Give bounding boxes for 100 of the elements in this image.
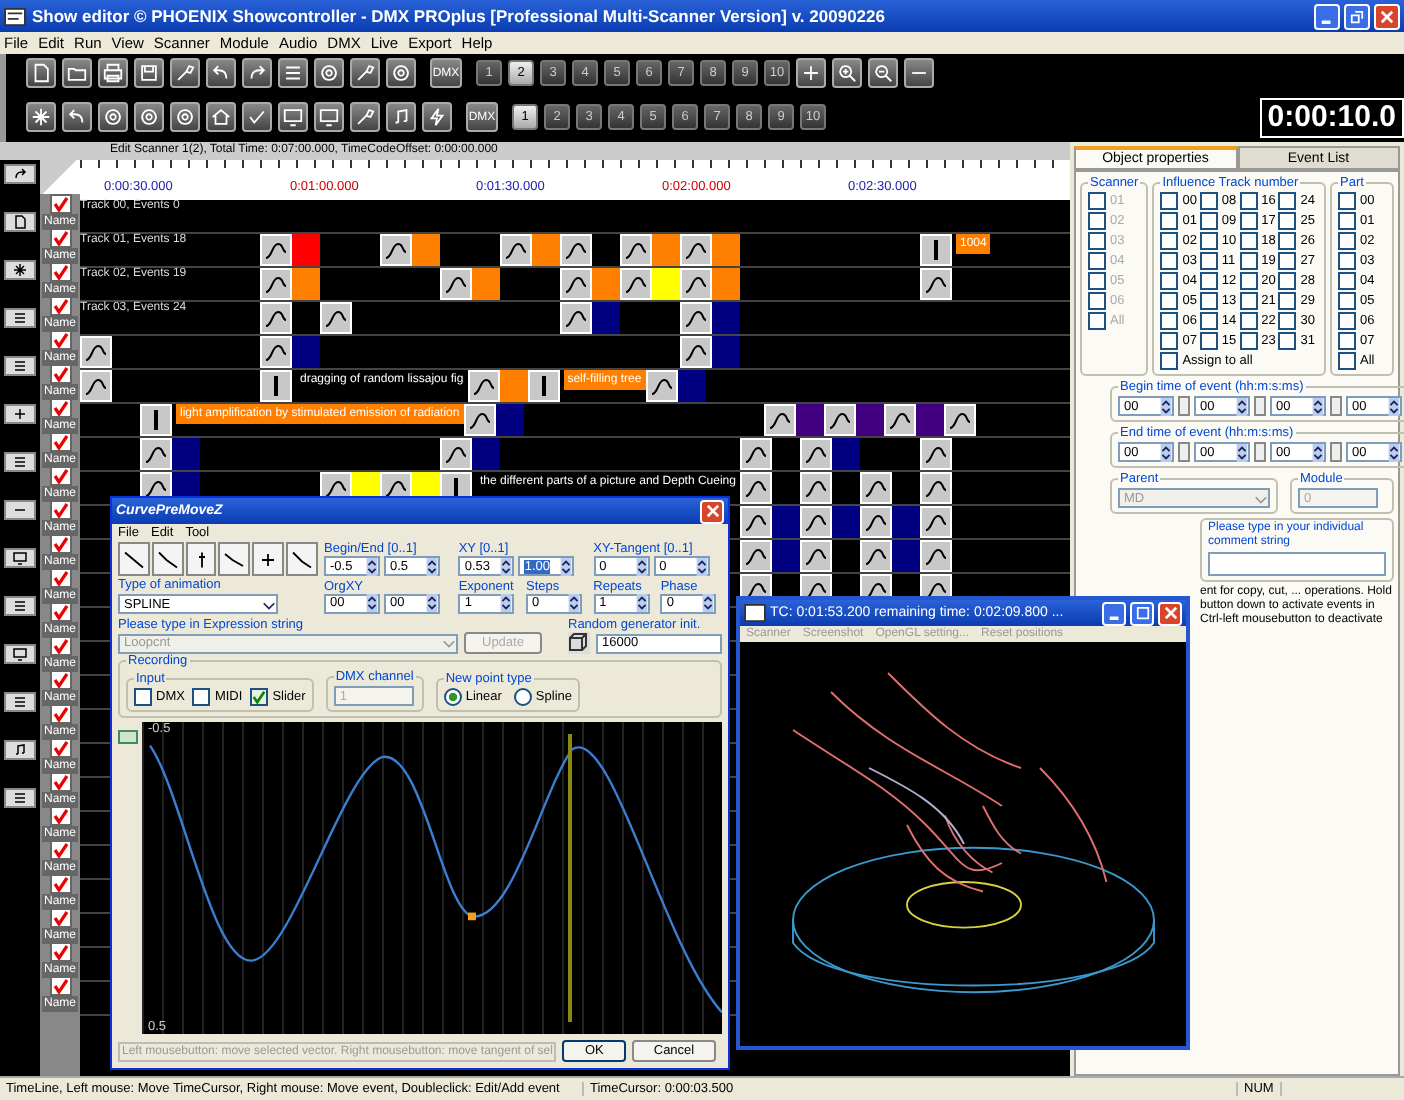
event-color-block[interactable] [592, 268, 620, 300]
track-checkbox[interactable] [49, 194, 71, 214]
event-color-block[interactable] [712, 336, 740, 368]
event-icon[interactable] [260, 234, 292, 266]
separator-button[interactable] [1254, 396, 1266, 416]
event-icon[interactable] [463, 404, 496, 436]
event-color-block[interactable] [712, 268, 740, 300]
event-icon[interactable] [823, 404, 856, 436]
toolbar-button[interactable] [206, 102, 236, 133]
event-color-block[interactable] [292, 336, 320, 368]
toolbar-button[interactable] [278, 102, 308, 133]
event-icon[interactable] [920, 438, 952, 470]
close-button[interactable] [1374, 3, 1400, 29]
toolbar-button[interactable] [98, 102, 128, 133]
toolbar-button[interactable] [386, 58, 416, 89]
event-color-block[interactable] [652, 234, 680, 266]
separator-button[interactable] [1330, 442, 1342, 462]
event-icon[interactable] [920, 234, 952, 266]
toolbar-button[interactable] [314, 58, 344, 89]
event-icon[interactable] [140, 404, 172, 436]
toolbar-button[interactable] [350, 58, 380, 89]
track-checkbox[interactable] [49, 636, 71, 656]
track-checkbox[interactable] [49, 670, 71, 690]
event-color-block[interactable] [495, 404, 524, 436]
toolbar-button[interactable] [26, 58, 56, 89]
side-tool-button[interactable] [4, 500, 36, 520]
close-button[interactable] [700, 499, 724, 523]
event-color-block[interactable] [772, 506, 800, 538]
curve-tool-button[interactable] [218, 542, 251, 576]
event-icon[interactable] [920, 506, 952, 538]
event-icon[interactable] [500, 234, 532, 266]
track-checkbox[interactable] [49, 942, 71, 962]
event-icon[interactable] [260, 268, 292, 300]
separator-button[interactable] [1178, 396, 1190, 416]
toolbar-button[interactable] [350, 102, 380, 133]
toolbar-button[interactable] [832, 58, 862, 89]
track-checkbox[interactable] [49, 432, 71, 452]
event-icon[interactable] [80, 370, 112, 402]
event-icon[interactable] [800, 506, 832, 538]
event-color-block[interactable] [677, 370, 706, 402]
toolbar-button[interactable] [242, 102, 272, 133]
toolbar-button[interactable] [62, 58, 92, 89]
event-icon[interactable] [467, 370, 500, 402]
event-color-block[interactable] [832, 506, 860, 538]
event-color-block[interactable] [712, 234, 740, 266]
event-icon[interactable] [680, 336, 712, 368]
side-tool-button[interactable] [4, 740, 36, 760]
event-icon[interactable] [680, 268, 712, 300]
event-icon[interactable] [140, 438, 172, 470]
event-icon[interactable] [859, 472, 892, 504]
toolbar-button[interactable] [314, 102, 344, 133]
toolbar-button[interactable] [170, 58, 200, 89]
toolbar-button[interactable] [26, 102, 56, 133]
event-icon[interactable] [739, 472, 772, 504]
event-icon[interactable] [920, 540, 952, 572]
side-tool-button[interactable] [4, 692, 36, 712]
track-checkbox[interactable] [49, 840, 71, 860]
event-color-block[interactable] [472, 438, 500, 470]
event-color-block[interactable] [795, 404, 824, 436]
track-checkbox[interactable] [49, 262, 71, 282]
event-icon[interactable] [919, 472, 952, 504]
track-checkbox[interactable] [49, 908, 71, 928]
toolbar-button[interactable] [868, 58, 898, 89]
comment-field[interactable] [1208, 552, 1386, 576]
event-color-block[interactable] [292, 234, 320, 266]
toolbar-button[interactable] [62, 102, 92, 133]
event-icon[interactable] [80, 336, 112, 368]
side-tool-button[interactable] [4, 644, 36, 664]
event-color-block[interactable] [712, 302, 740, 334]
track-checkbox[interactable] [49, 874, 71, 894]
event-icon[interactable] [560, 234, 592, 266]
event-color-block[interactable] [172, 438, 200, 470]
event-color-block[interactable] [499, 370, 528, 402]
event-color-block[interactable] [915, 404, 944, 436]
curve-tool-button[interactable] [252, 542, 285, 576]
toolbar-button[interactable] [98, 58, 128, 89]
track-checkbox[interactable] [49, 466, 71, 486]
track-checkbox[interactable] [49, 330, 71, 350]
event-icon[interactable] [883, 404, 916, 436]
separator-button[interactable] [1254, 442, 1266, 462]
track-checkbox[interactable] [49, 364, 71, 384]
toolbar-button[interactable] [242, 58, 272, 89]
event-icon[interactable] [380, 234, 412, 266]
event-icon[interactable] [680, 234, 712, 266]
separator-button[interactable] [1330, 396, 1342, 416]
curve-tool-button[interactable] [286, 542, 318, 576]
separator-button[interactable] [1178, 442, 1190, 462]
side-tool-button[interactable] [4, 788, 36, 808]
event-icon[interactable] [740, 506, 772, 538]
dice-button[interactable] [568, 632, 590, 654]
side-tool-button[interactable] [4, 404, 36, 424]
curve-tool-button[interactable] [185, 542, 217, 576]
side-tool-button[interactable] [4, 308, 36, 328]
event-color-block[interactable] [652, 268, 680, 300]
event-icon[interactable] [860, 540, 892, 572]
event-icon[interactable] [740, 438, 772, 470]
event-icon[interactable] [260, 302, 292, 334]
event-icon[interactable] [740, 540, 772, 572]
side-tool-button[interactable] [4, 452, 36, 472]
toolbar-button[interactable] [386, 102, 416, 133]
